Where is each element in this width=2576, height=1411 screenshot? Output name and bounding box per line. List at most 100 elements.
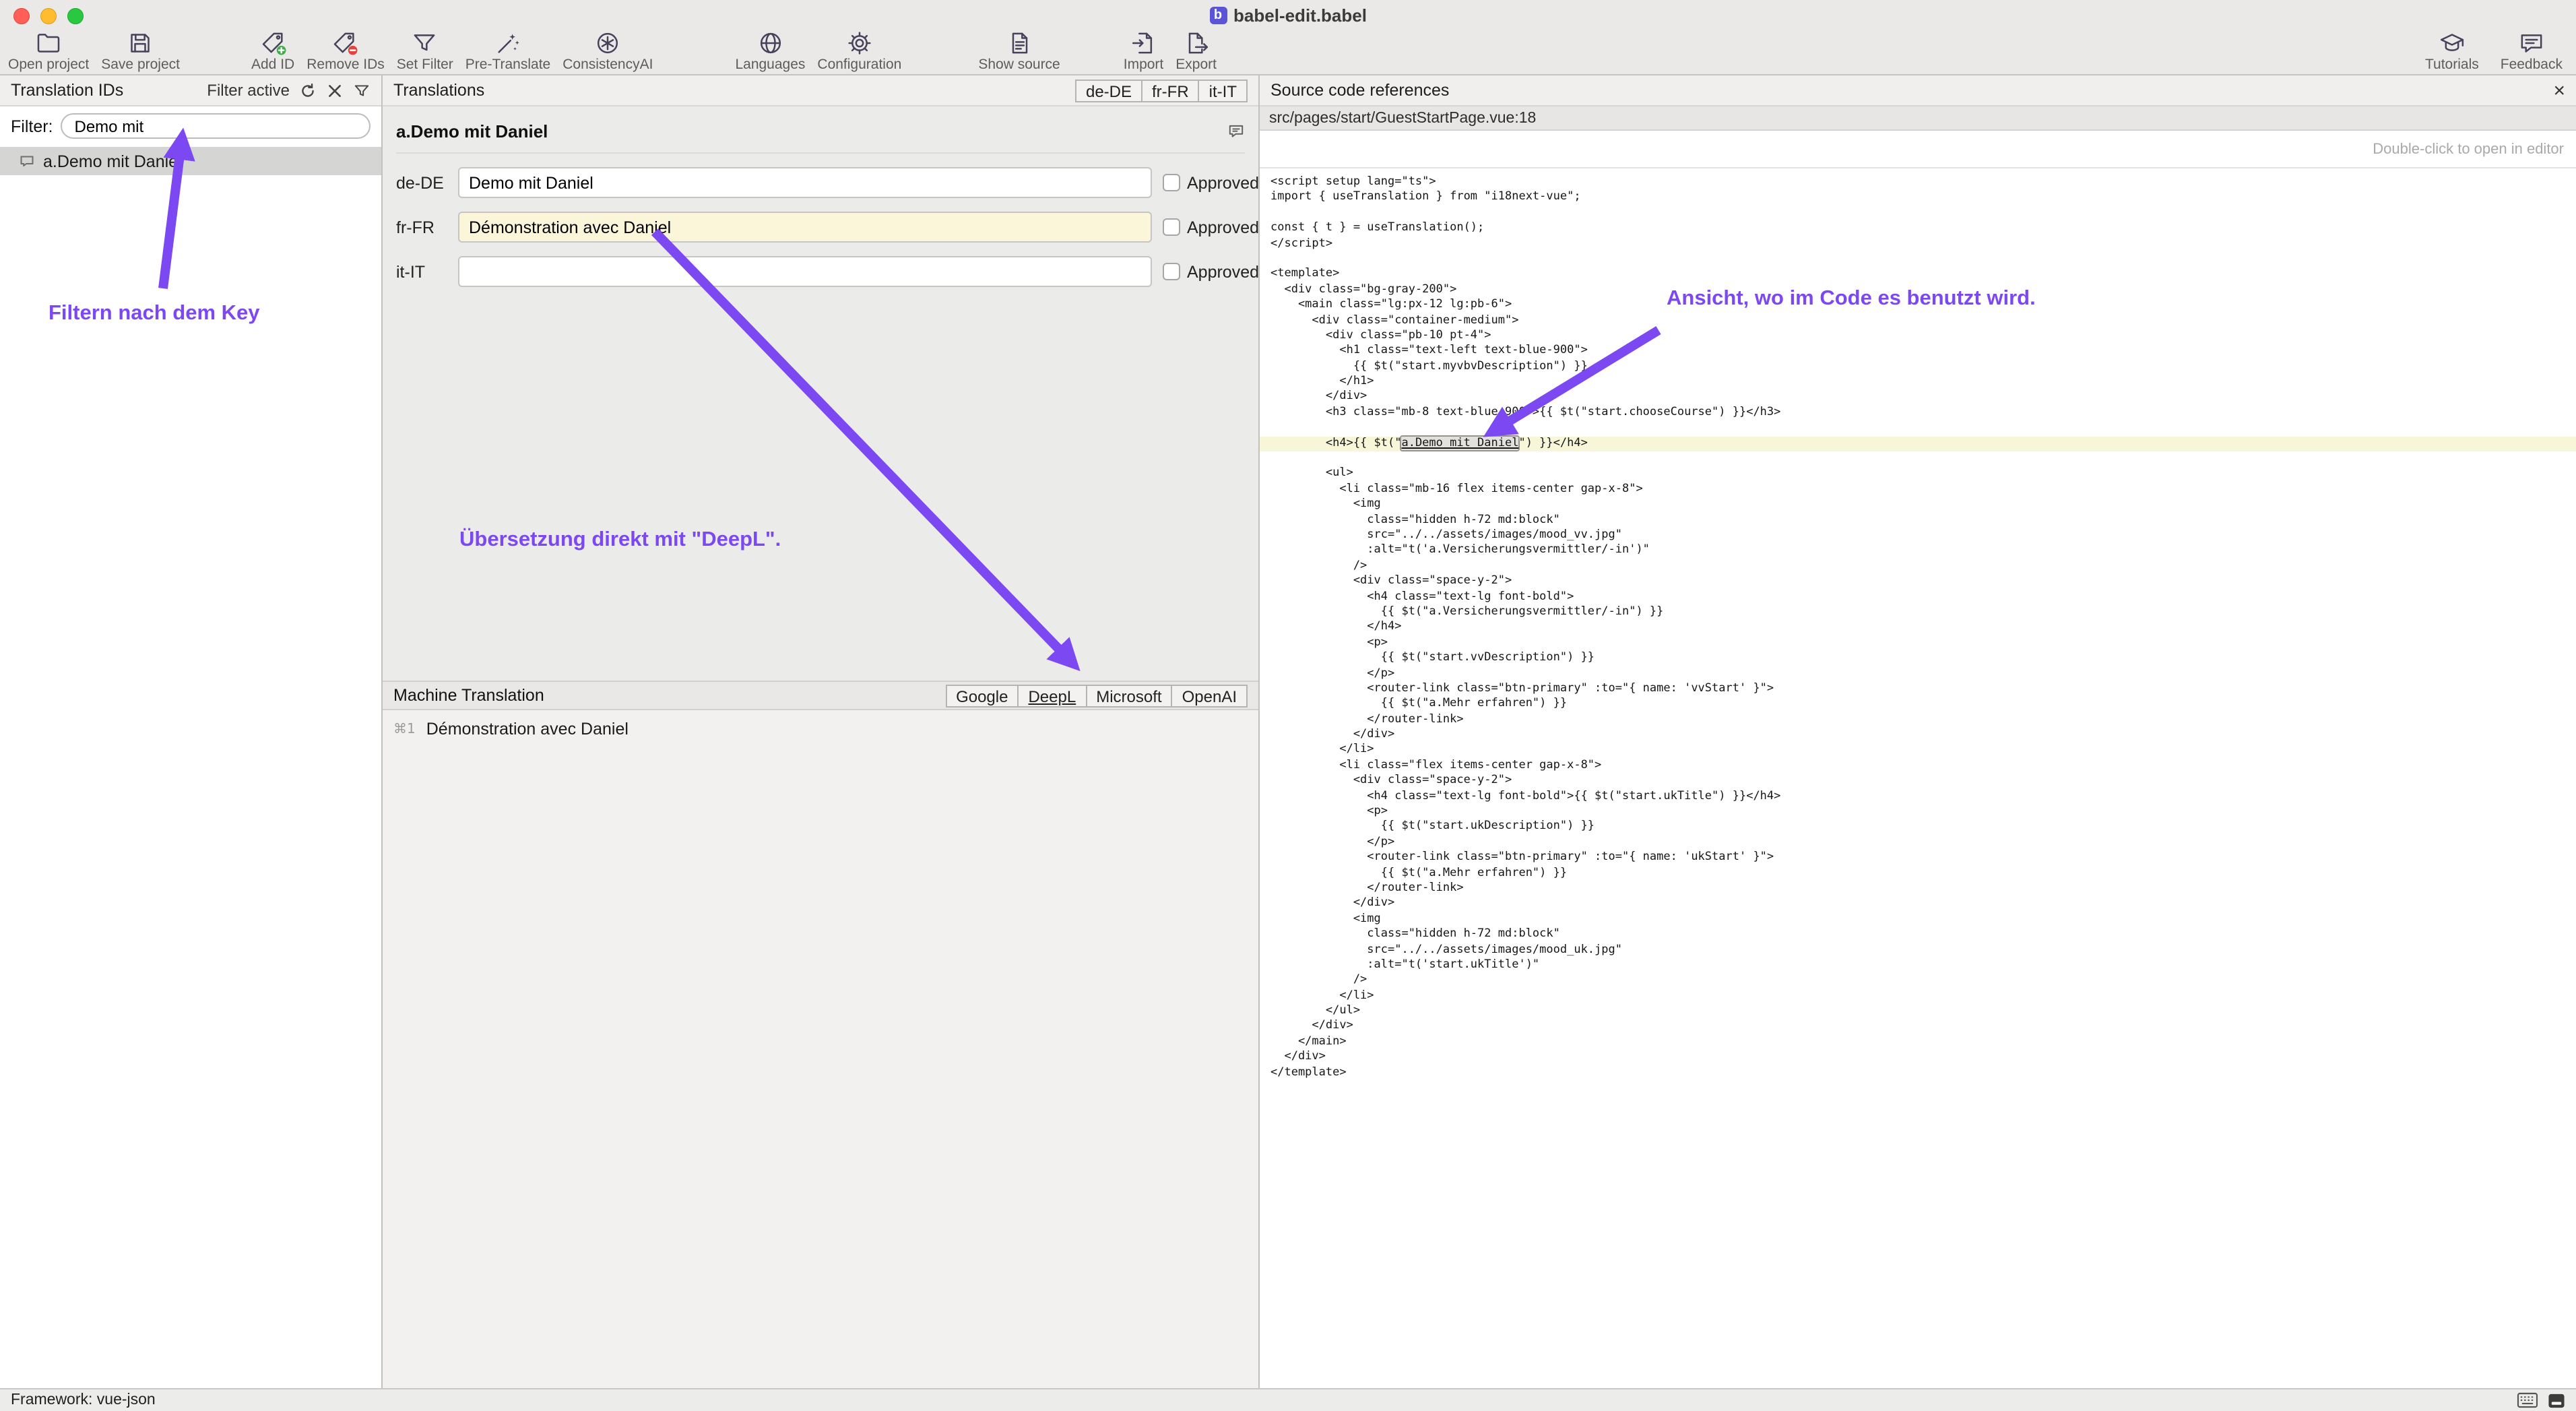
titlebar[interactable]: b babel-edit.babel: [0, 0, 2576, 30]
close-panel-icon[interactable]: ×: [2553, 80, 2565, 100]
code-viewer[interactable]: <script setup lang="ts">import { useTran…: [1260, 168, 2576, 1388]
code-line-50: class="hidden h-72 md:block": [1270, 927, 2576, 943]
window-title: b babel-edit.babel: [1209, 5, 1367, 25]
translation-id-label: a.Demo mit Daniel: [43, 152, 182, 170]
filter-input[interactable]: [61, 113, 371, 139]
code-line-27: <div class="space-y-2">: [1270, 574, 2576, 590]
framework-status-text: Framework: vue-json: [11, 1392, 156, 1408]
zoom-window-button[interactable]: [67, 8, 84, 24]
approved-label: Approved: [1187, 218, 1258, 237]
toolbar-open-project[interactable]: Open project: [8, 30, 89, 73]
approved-checkbox[interactable]: [1163, 174, 1180, 191]
lang-tab-fr-FR[interactable]: fr-FR: [1142, 79, 1200, 102]
code-line-34: <router-link class="btn-primary" :to="{ …: [1270, 682, 2576, 697]
close-window-button[interactable]: [13, 8, 30, 24]
approved-toggle-de-DE[interactable]: Approved: [1163, 173, 1258, 192]
magic-wand-icon: [494, 30, 521, 57]
source-file-reference[interactable]: src/pages/start/GuestStartPage.vue:18: [1260, 106, 2576, 131]
input-source-icon[interactable]: [2548, 1391, 2565, 1409]
code-line-37: </div>: [1270, 728, 2576, 743]
translation-input-it-IT[interactable]: [458, 256, 1152, 287]
code-line-56: </div>: [1270, 1020, 2576, 1035]
machine-translation-title: Machine Translation: [393, 686, 544, 705]
toolbar-label: Save project: [101, 57, 180, 73]
code-line-5: </script>: [1270, 237, 2576, 252]
translation-ids-panel: Translation IDs Filter active Filter:: [0, 75, 383, 1388]
code-line-49: <img: [1270, 912, 2576, 928]
code-line-40: <div class="space-y-2">: [1270, 774, 2576, 789]
code-line-20: <ul>: [1270, 467, 2576, 482]
language-tabs: de-DEfr-FRit-IT: [1075, 79, 1248, 102]
clear-filter-icon[interactable]: [326, 82, 344, 99]
code-line-28: <h4 class="text-lg font-bold">: [1270, 590, 2576, 605]
code-line-23: class="hidden h-72 md:block": [1270, 513, 2576, 528]
machine-translation-header: Machine Translation GoogleDeepLMicrosoft…: [383, 681, 1258, 710]
keyboard-icon[interactable]: [2517, 1392, 2538, 1408]
code-line-24: src="../../assets/images/mood_vv.jpg": [1270, 528, 2576, 544]
toolbar-add-id[interactable]: Add ID: [251, 30, 294, 73]
toolbar-label: Pre-Translate: [465, 57, 550, 73]
approved-toggle-it-IT[interactable]: Approved: [1163, 262, 1258, 281]
code-line-43: {{ $t("start.ukDescription") }}: [1270, 820, 2576, 836]
code-line-35: {{ $t("a.Mehr erfahren") }}: [1270, 697, 2576, 713]
translation-input-de-DE[interactable]: [458, 167, 1152, 198]
code-line-45: <router-link class="btn-primary" :to="{ …: [1270, 850, 2576, 866]
toolbar-configuration[interactable]: Configuration: [817, 30, 901, 73]
lang-tab-de-DE[interactable]: de-DE: [1075, 79, 1142, 102]
code-line-22: <img: [1270, 497, 2576, 513]
code-line-36: </router-link>: [1270, 712, 2576, 728]
provider-microsoft[interactable]: Microsoft: [1087, 684, 1172, 707]
toolbar-languages[interactable]: Languages: [735, 30, 805, 73]
filter-icon[interactable]: [353, 82, 371, 99]
code-line-30: </h4>: [1270, 621, 2576, 636]
translation-input-fr-FR[interactable]: [458, 212, 1152, 243]
feedback-icon: [2518, 30, 2545, 57]
export-icon: [1183, 30, 1210, 57]
approved-label: Approved: [1187, 173, 1258, 192]
toolbar-tutorials[interactable]: Tutorials: [2425, 30, 2479, 73]
code-line-14: </h1>: [1270, 375, 2576, 390]
code-line-12: <h1 class="text-left text-blue-900">: [1270, 344, 2576, 360]
code-line-39: <li class="flex items-center gap-x-8">: [1270, 759, 2576, 774]
provider-openai[interactable]: OpenAI: [1173, 684, 1248, 707]
toolbar-save-project[interactable]: Save project: [101, 30, 180, 73]
code-line-33: </p>: [1270, 666, 2576, 682]
language-label: it-IT: [396, 262, 447, 281]
toolbar-show-source[interactable]: Show source: [978, 30, 1060, 73]
mt-suggestion-row[interactable]: ⌘1 Démonstration avec Daniel: [393, 720, 1248, 739]
toolbar-export[interactable]: Export: [1176, 30, 1217, 73]
toolbar-consistencyai[interactable]: ConsistencyAI: [562, 30, 653, 73]
gear-icon: [846, 30, 873, 57]
code-line-48: </div>: [1270, 897, 2576, 912]
toolbar-label: Import: [1124, 57, 1164, 73]
mt-shortcut-badge: ⌘1: [393, 722, 416, 736]
toolbar-feedback[interactable]: Feedback: [2501, 30, 2563, 73]
translation-row-it-IT: it-ITApproved: [396, 256, 1245, 287]
entry-header: a.Demo mit Daniel: [396, 117, 1245, 154]
code-line-47: </router-link>: [1270, 881, 2576, 897]
code-line-16: <h3 class="mb-8 text-blue-900">{{ $t("st…: [1270, 406, 2576, 421]
mt-provider-buttons: GoogleDeepLMicrosoftOpenAI: [945, 684, 1248, 707]
provider-deepl[interactable]: DeepL: [1019, 684, 1087, 707]
code-line-19: [1270, 451, 2576, 467]
code-line-44: </p>: [1270, 836, 2576, 851]
code-line-57: </main>: [1270, 1035, 2576, 1051]
minimize-window-button[interactable]: [40, 8, 57, 24]
approved-checkbox[interactable]: [1163, 263, 1180, 280]
toolbar-set-filter[interactable]: Set Filter: [397, 30, 453, 73]
lang-tab-it-IT[interactable]: it-IT: [1200, 79, 1248, 102]
toolbar-pre-translate[interactable]: Pre-Translate: [465, 30, 550, 73]
comment-note-icon[interactable]: [1227, 123, 1245, 140]
panel-title: Translation IDs: [11, 81, 123, 100]
translation-id-item[interactable]: a.Demo mit Daniel: [0, 147, 381, 175]
refresh-filter-icon[interactable]: [299, 82, 317, 99]
toolbar-label: ConsistencyAI: [562, 57, 653, 73]
toolbar-import[interactable]: Import: [1124, 30, 1164, 73]
toolbar-remove-ids[interactable]: Remove IDs: [307, 30, 385, 73]
approved-toggle-fr-FR[interactable]: Approved: [1163, 218, 1258, 237]
mt-suggestion-text[interactable]: Démonstration avec Daniel: [426, 720, 629, 739]
source-document-icon: [1006, 30, 1033, 57]
highlighted-translation-key[interactable]: a.Demo mit Daniel: [1401, 436, 1518, 449]
provider-google[interactable]: Google: [945, 684, 1019, 707]
approved-checkbox[interactable]: [1163, 218, 1180, 236]
